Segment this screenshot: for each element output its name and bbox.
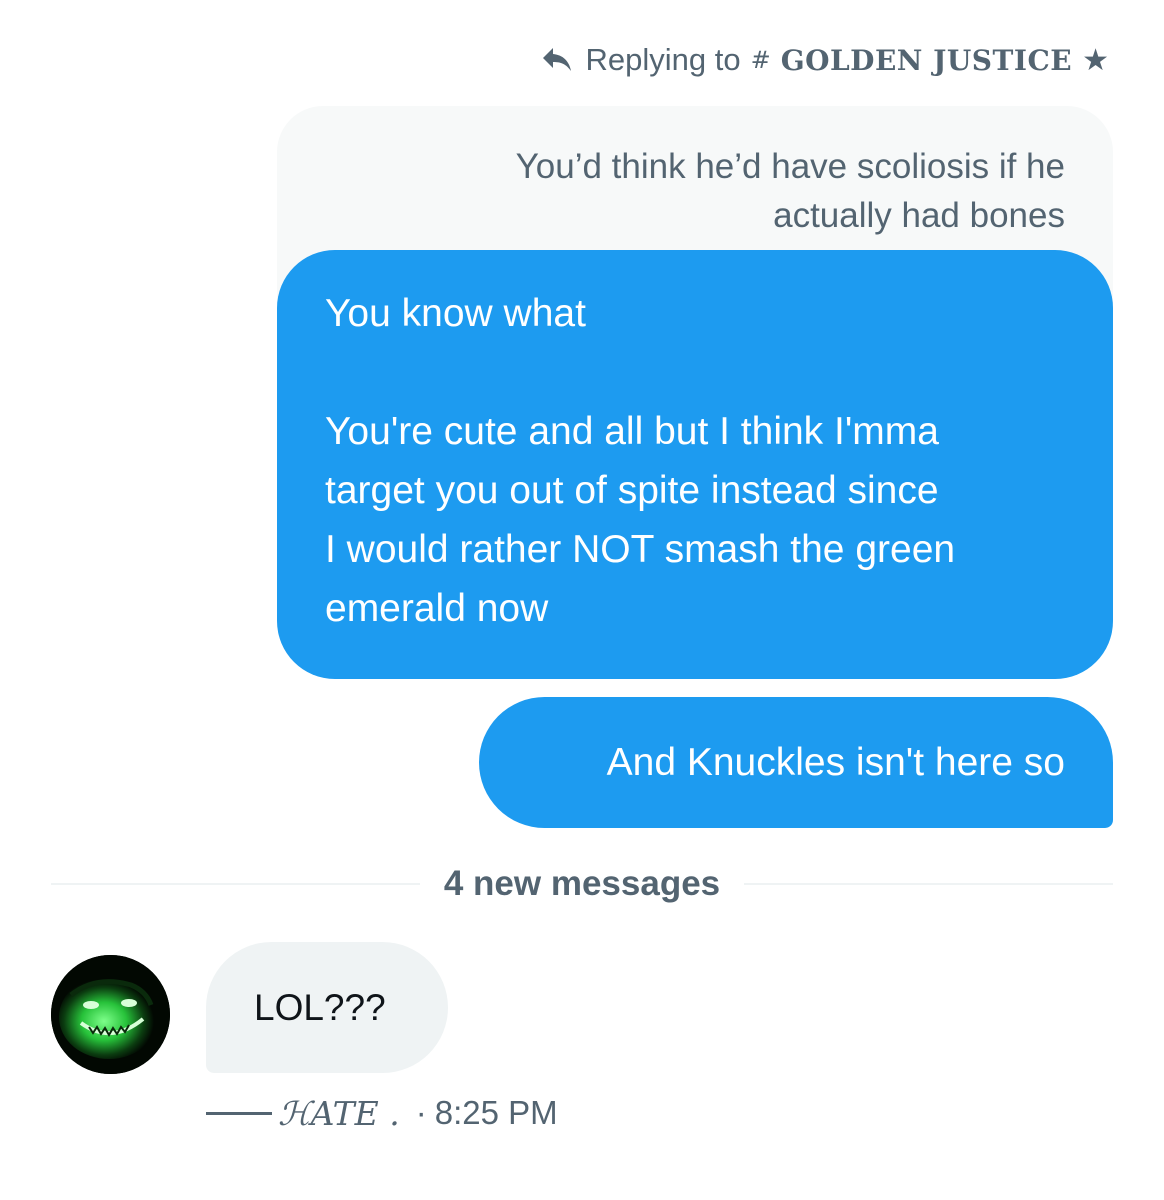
- divider-line: [51, 883, 420, 885]
- message-text: And Knuckles isn't here so: [606, 741, 1065, 784]
- sender-dash: [206, 1111, 272, 1115]
- message-line: You know what: [325, 292, 586, 335]
- outgoing-message-bubble[interactable]: And Knuckles isn't here so: [479, 697, 1113, 828]
- meta-separator: ·: [415, 1094, 427, 1131]
- message-timestamp: 8:25 PM: [434, 1094, 558, 1131]
- message-text: LOL???: [254, 986, 386, 1028]
- message-line: target you out of spite instead since: [325, 469, 939, 512]
- replying-to-name[interactable]: GOLDEN JUSTICE: [781, 44, 1072, 77]
- divider-line: [744, 883, 1113, 885]
- message-line: You're cute and all but I think I'mma: [325, 410, 939, 453]
- reply-arrow-icon: [541, 46, 573, 74]
- sender-name[interactable]: ℋATE .: [278, 1094, 400, 1133]
- new-messages-label: 4 new messages: [443, 864, 721, 903]
- message-line: emerald now: [325, 587, 549, 630]
- replying-to-header[interactable]: Replying to # GOLDEN JUSTICE ★: [541, 40, 1109, 80]
- star-icon: ★: [1082, 42, 1109, 78]
- outgoing-message-bubble[interactable]: You know what You're cute and all but I …: [277, 250, 1113, 679]
- new-messages-divider: 4 new messages: [51, 856, 1113, 912]
- replying-to-label: Replying to: [585, 42, 741, 77]
- message-line: I would rather NOT smash the green: [325, 528, 956, 571]
- hash-symbol: #: [750, 46, 771, 74]
- quoted-message-line: You’d think he’d have scoliosis if he: [515, 147, 1065, 186]
- quoted-message-line: actually had bones: [773, 196, 1065, 235]
- avatar[interactable]: [51, 955, 170, 1074]
- incoming-message-bubble[interactable]: LOL???: [206, 942, 448, 1073]
- message-meta: ℋATE . · 8:25 PM: [206, 1090, 558, 1136]
